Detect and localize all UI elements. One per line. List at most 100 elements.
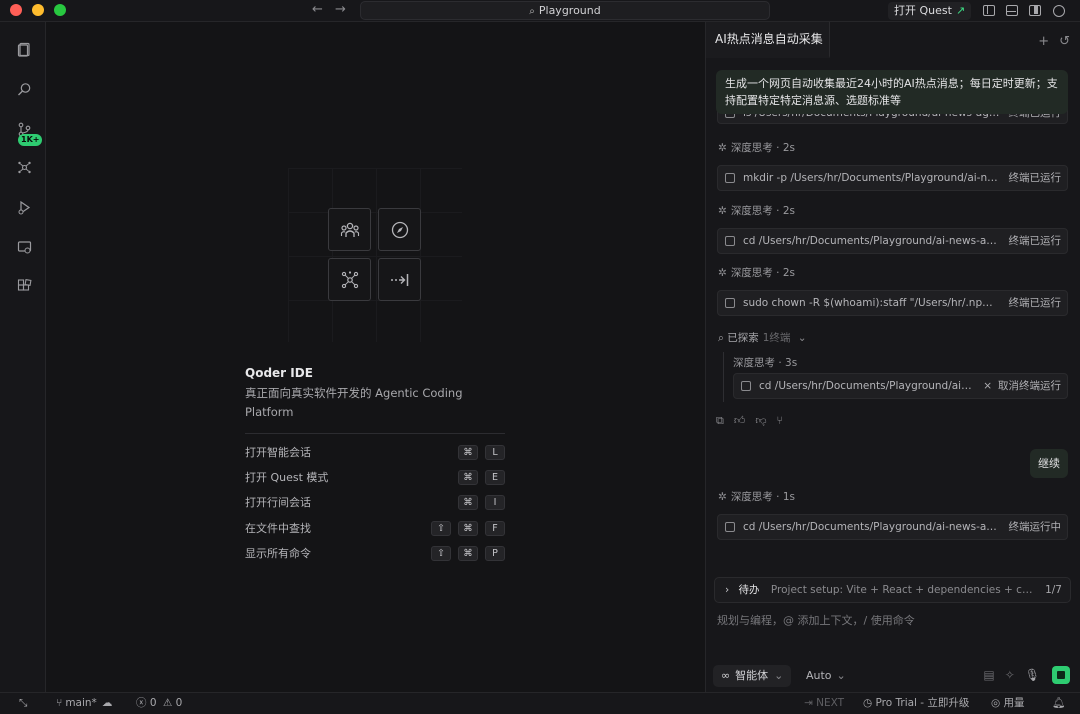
product-subtitle: 真正面向真实软件开发的 Agentic Coding Platform xyxy=(245,386,463,419)
command-open-quest[interactable]: 打开 Quest 模式 ⌘ E xyxy=(245,470,505,488)
editor-area: Qoder IDE 真正面向真实软件开发的 Agentic Coding Pla… xyxy=(47,22,704,692)
toggle-sidebar-icon[interactable] xyxy=(983,5,995,16)
network-tile xyxy=(328,258,371,301)
compass-icon xyxy=(391,221,409,239)
gauge-icon: ◎ xyxy=(991,697,1001,709)
explored-group-toggle[interactable]: ⌕ 已探索 1终端 ⌄ xyxy=(718,330,807,345)
thinking-step-nested[interactable]: 深度思考 · 3s xyxy=(733,355,797,370)
thumbs-down-icon[interactable]: 👎︎ xyxy=(755,414,766,427)
thinking-step-3[interactable]: ✲ 深度思考 · 2s xyxy=(718,265,795,280)
chat-session-tab[interactable]: AI热点消息自动采集 xyxy=(706,22,830,58)
problems-status[interactable]: ⓧ 0 ⚠ 0 xyxy=(136,693,182,714)
qoder-logo-grid xyxy=(288,168,462,342)
network-icon xyxy=(341,271,359,289)
brain-icon: ✲ xyxy=(718,205,727,217)
explorer-icon[interactable] xyxy=(17,42,32,57)
message-feedback-bar: ⧉ 👍︎ 👎︎ ⑂ xyxy=(716,414,793,428)
context-icon[interactable]: ▤ xyxy=(983,668,994,682)
history-icon[interactable]: ↺ xyxy=(1059,34,1070,49)
agent-mode-selector[interactable]: ∞ 智能体 ⌄ xyxy=(713,665,792,687)
terminal-icon xyxy=(725,522,735,532)
model-selector[interactable]: Auto ⌄ xyxy=(806,665,846,687)
terminal-card-nested[interactable]: cd /Users/hr/Documents/Playground/ai-n..… xyxy=(733,373,1068,399)
open-quest-label: 打开 Quest xyxy=(894,4,952,17)
notifications-bell-icon[interactable]: 🔔︎ xyxy=(1052,693,1065,714)
search-icon: ⌕ xyxy=(529,6,535,17)
explore-search-icon: ⌕ xyxy=(718,332,724,344)
agents-tile xyxy=(328,208,371,251)
git-branch-status[interactable]: ⑂ main* ☁ xyxy=(56,693,112,714)
search-icon[interactable] xyxy=(17,82,32,97)
user-message: 生成一个网页自动收集最近24小时的AI热点消息；每日定时更新；支持配置特定特定消… xyxy=(716,70,1068,114)
terminal-card-2[interactable]: cd /Users/hr/Documents/Playground/ai-new… xyxy=(717,228,1068,254)
microphone-icon[interactable]: 🎙︎ xyxy=(1025,668,1040,682)
explore-tile xyxy=(378,208,421,251)
chat-input[interactable]: 规划与编程，@ 添加上下文，/ 使用命令 xyxy=(717,612,915,628)
account-icon[interactable] xyxy=(1053,5,1065,17)
clock-icon: ◷ xyxy=(863,697,873,709)
command-find-in-files[interactable]: 在文件中查找 ⇧ ⌘ F xyxy=(245,521,505,539)
chevron-down-icon: ⌄ xyxy=(836,669,846,682)
stop-generation-button[interactable] xyxy=(1052,666,1070,684)
welcome-text: Qoder IDE 真正面向真实软件开发的 Agentic Coding Pla… xyxy=(245,366,505,422)
branch-icon: ⑂ xyxy=(56,697,63,709)
thinking-step-2[interactable]: ✲ 深度思考 · 2s xyxy=(718,203,795,218)
arrow-to-right-icon xyxy=(391,274,409,286)
chevron-down-icon: ⌄ xyxy=(797,332,807,344)
command-show-all[interactable]: 显示所有命令 ⇧ ⌘ P xyxy=(245,546,505,564)
close-window-button[interactable] xyxy=(10,4,22,16)
remote-connection-icon[interactable]: ⤡ xyxy=(19,693,27,714)
changes-count-badge: 1K+ xyxy=(18,134,43,146)
copy-icon[interactable]: ⧉ xyxy=(716,414,724,427)
terminal-card-3[interactable]: sudo chown -R $(whoami):staff "/Users/hr… xyxy=(717,290,1068,316)
welcome-divider xyxy=(245,433,505,434)
status-bar: ⤡ ⑂ main* ☁ ⓧ 0 ⚠ 0 ⇥ NEXT ◷ Pro Trial - 立… xyxy=(0,692,1080,714)
pro-trial-upgrade[interactable]: ◷ Pro Trial - 立即升级 xyxy=(863,693,969,714)
next-status[interactable]: ⇥ NEXT xyxy=(804,693,844,714)
brain-icon: ✲ xyxy=(718,491,727,503)
nested-group-line xyxy=(723,352,724,402)
thinking-step-1[interactable]: ✲ 深度思考 · 2s xyxy=(718,140,795,155)
ai-chat-panel: AI热点消息自动采集 +↺ ls /Users/hr/Documents/Pla… xyxy=(705,22,1080,692)
command-search-box[interactable]: ⌕ Playground xyxy=(360,1,770,20)
command-open-chat[interactable]: 打开智能会话 ⌘ L xyxy=(245,445,505,463)
usage-status[interactable]: ◎ 用量 xyxy=(991,693,1025,714)
sync-icon: ☁ xyxy=(101,697,113,709)
toggle-secondary-sidebar-icon[interactable] xyxy=(1029,5,1041,16)
close-icon[interactable]: × xyxy=(983,380,992,392)
infinity-icon: ∞ xyxy=(721,669,731,682)
back-arrow-icon[interactable]: ← xyxy=(312,2,323,17)
open-quest-button[interactable]: 打开 Quest ↗ xyxy=(888,2,972,20)
error-icon: ⓧ xyxy=(136,697,147,709)
chevron-down-icon: ⌄ xyxy=(774,669,784,682)
command-inline-chat[interactable]: 打开行间会话 ⌘ I xyxy=(245,495,505,513)
chevron-right-icon: › xyxy=(725,584,730,596)
thinking-step-4[interactable]: ✲ 深度思考 · 1s xyxy=(718,489,795,504)
run-debug-icon[interactable] xyxy=(17,200,32,215)
arrow-up-right-icon: ↗ xyxy=(955,4,966,17)
activity-bar: 1K+ xyxy=(0,22,46,692)
terminal-card-1[interactable]: mkdir -p /Users/hr/Documents/Playground/… xyxy=(717,165,1068,191)
terminal-icon xyxy=(725,236,735,246)
toggle-panel-icon[interactable] xyxy=(1006,5,1018,16)
cancel-terminal-label[interactable]: 取消终端运行 xyxy=(998,380,1061,392)
extensions-icon[interactable] xyxy=(17,279,32,294)
agent-network-icon[interactable] xyxy=(17,160,32,175)
forward-arrow-icon[interactable]: → xyxy=(335,2,346,17)
terminal-card-4[interactable]: cd /Users/hr/Documents/Playground/ai-new… xyxy=(717,514,1068,540)
new-chat-icon[interactable]: + xyxy=(1038,34,1049,49)
sparkle-icon[interactable]: ✧ xyxy=(1005,668,1015,682)
tab-complete-tile xyxy=(378,258,421,301)
remote-explorer-icon[interactable] xyxy=(17,240,32,255)
branch-icon[interactable]: ⑂ xyxy=(777,414,784,427)
product-title: Qoder IDE xyxy=(245,366,313,380)
terminal-icon xyxy=(741,381,751,391)
minimize-window-button[interactable] xyxy=(32,4,44,16)
next-icon: ⇥ xyxy=(804,697,813,709)
team-icon xyxy=(340,222,360,237)
maximize-window-button[interactable] xyxy=(54,4,66,16)
todo-list-bar[interactable]: › 待办 Project setup: Vite + React + depen… xyxy=(714,577,1071,603)
warning-icon: ⚠ xyxy=(162,697,173,709)
thumbs-up-icon[interactable]: 👍︎ xyxy=(734,414,746,427)
terminal-icon xyxy=(725,298,735,308)
